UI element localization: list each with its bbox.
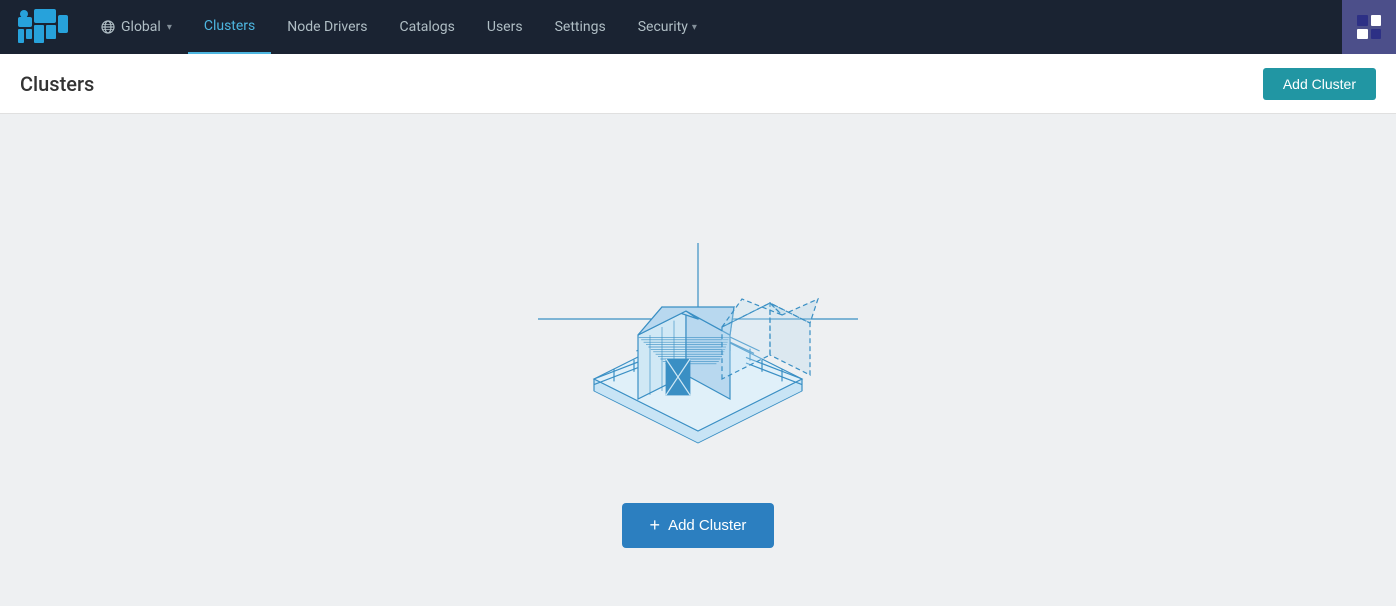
clusters-nav-label: Clusters <box>204 18 255 34</box>
grid-cell-3 <box>1357 29 1368 40</box>
grid-cell-1 <box>1357 15 1368 26</box>
app-switcher-button[interactable] <box>1342 0 1396 54</box>
app-switcher-grid <box>1357 15 1381 39</box>
empty-state-illustration <box>498 173 898 473</box>
navbar: Global ▾ Clusters Node Drivers Catalogs … <box>0 0 1396 54</box>
users-nav-label: Users <box>487 19 523 35</box>
nav-item-node-drivers[interactable]: Node Drivers <box>271 0 383 54</box>
security-nav-label: Security <box>638 19 688 35</box>
grid-cell-4 <box>1371 29 1382 40</box>
nav-item-users[interactable]: Users <box>471 0 539 54</box>
nav-menu: Global ▾ Clusters Node Drivers Catalogs … <box>85 0 1342 54</box>
node-drivers-nav-label: Node Drivers <box>287 19 367 35</box>
page-header: Clusters Add Cluster <box>0 54 1396 114</box>
catalogs-nav-label: Catalogs <box>399 19 454 35</box>
nav-item-clusters[interactable]: Clusters <box>188 0 271 54</box>
nav-item-catalogs[interactable]: Catalogs <box>383 0 470 54</box>
add-cluster-header-button[interactable]: Add Cluster <box>1263 68 1376 100</box>
security-chevron-icon: ▾ <box>692 22 697 33</box>
global-chevron-icon: ▾ <box>167 22 172 33</box>
page-title: Clusters <box>20 72 94 96</box>
main-content: + Add Cluster <box>0 114 1396 606</box>
empty-state: + Add Cluster <box>0 133 1396 588</box>
navbar-right <box>1342 0 1396 54</box>
global-label: Global <box>121 19 161 35</box>
globe-icon <box>101 20 115 34</box>
nav-item-global[interactable]: Global ▾ <box>85 0 188 54</box>
add-cluster-center-label: Add Cluster <box>668 517 746 534</box>
nav-item-settings[interactable]: Settings <box>539 0 622 54</box>
add-cluster-center-button[interactable]: + Add Cluster <box>622 503 775 548</box>
brand-logo[interactable] <box>0 0 85 54</box>
plus-icon: + <box>650 515 661 536</box>
rancher-logo-icon <box>18 9 68 45</box>
grid-cell-2 <box>1371 15 1382 26</box>
nav-item-security[interactable]: Security ▾ <box>622 0 713 54</box>
settings-nav-label: Settings <box>555 19 606 35</box>
